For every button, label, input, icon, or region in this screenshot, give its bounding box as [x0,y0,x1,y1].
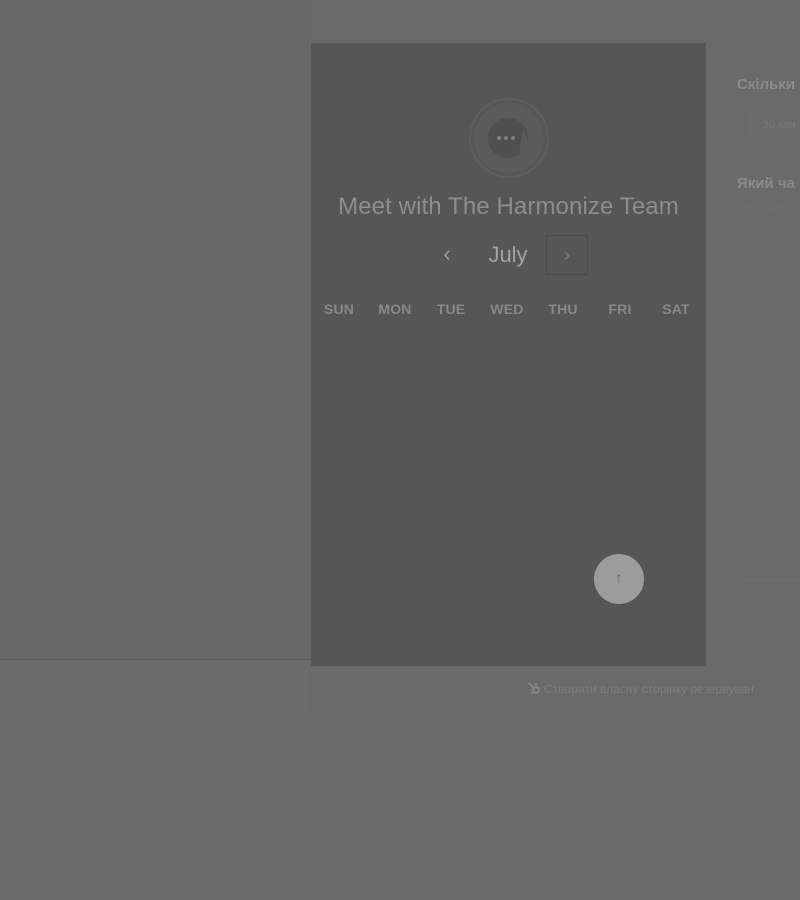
time-question: Який ча [737,175,795,192]
duration-option-button[interactable]: 30 хви [745,108,800,140]
time-slots-border [743,230,744,580]
calendar-panel: Meet with The Harmonize Team ‹ July › SU… [311,43,706,666]
scroll-to-top-button[interactable]: ↑ [594,554,644,604]
prev-month-button[interactable]: ‹ [433,241,461,269]
timezone-selector[interactable]: UTC +03: [737,202,789,216]
footer-divider [310,666,311,712]
weekday-fri: FRI [608,301,632,317]
duration-question: Скільки [737,76,795,93]
left-divider [0,659,312,660]
next-month-button[interactable]: › [546,235,588,275]
meeting-title: Meet with The Harmonize Team [338,193,679,220]
left-backdrop [0,0,312,660]
team-avatar [469,98,549,178]
create-booking-page-link[interactable]: Створити власну сторінку резервуван [526,681,754,696]
chevron-right-icon: › [564,245,570,265]
weekday-header: SUN MON TUE WED THU FRI SAT [311,301,706,319]
create-booking-page-text: Створити власну сторінку резервуван [544,682,754,696]
weekday-mon: MON [378,301,412,317]
weekday-sun: SUN [323,301,355,317]
hubspot-sprocket-icon [526,681,542,695]
weekday-wed: WED [490,301,524,317]
chat-bubble-icon [474,103,544,173]
form-divider [743,580,800,581]
chevron-left-icon: ‹ [443,241,451,266]
month-navigation: ‹ July › [311,233,706,277]
month-label: July [488,242,528,267]
booking-form: Скільки 30 хви Який ча UTC +03: [737,0,800,700]
arrow-up-icon: ↑ [615,570,623,587]
weekday-tue: TUE [436,301,466,317]
booking-page: Meet with The Harmonize Team ‹ July › SU… [0,0,800,900]
weekday-thu: THU [548,301,578,317]
weekday-sat: SAT [662,301,690,317]
